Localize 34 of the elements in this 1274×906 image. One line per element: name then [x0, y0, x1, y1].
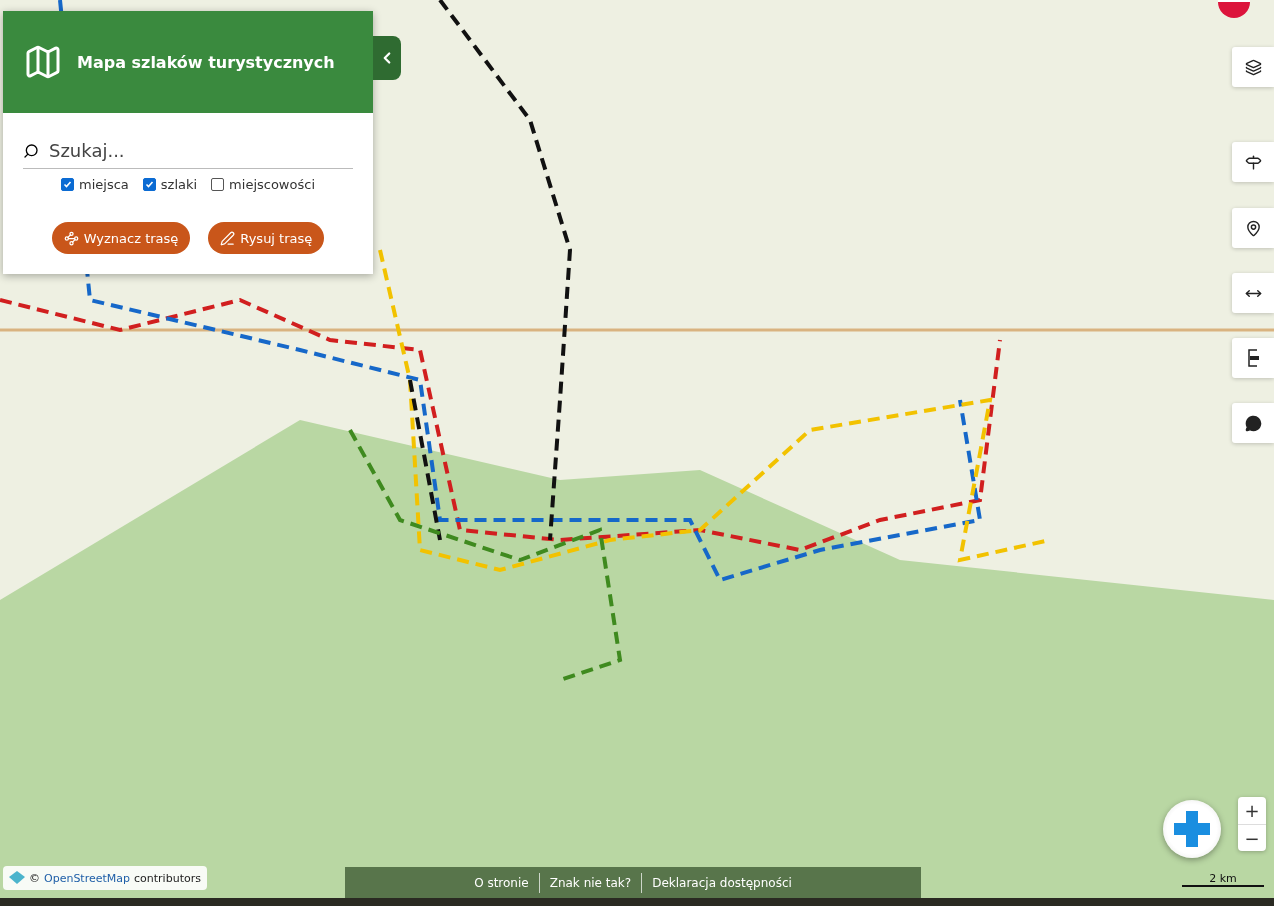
route-button[interactable]: Wyznacz trasę: [51, 222, 191, 254]
check-icon: [63, 180, 72, 189]
checkbox[interactable]: [211, 178, 225, 191]
footer-link[interactable]: Znak nie tak?: [538, 872, 642, 893]
route-icon: [63, 230, 79, 246]
location-pin-icon: [1244, 219, 1262, 237]
speech-bubble-icon: [1244, 414, 1262, 432]
zoom-in-button[interactable]: +: [1238, 797, 1266, 824]
layers-icon: [1244, 58, 1262, 76]
checkbox-label: szlaki: [160, 177, 198, 192]
openstreetmap-link[interactable]: OpenStreetMap: [44, 871, 131, 885]
checkbox-label: miejsca: [79, 177, 129, 192]
pencil-icon: [220, 230, 236, 246]
footer-link[interactable]: O stronie: [464, 872, 539, 893]
map-tool-button[interactable]: [1232, 338, 1274, 378]
footer-link[interactable]: Deklaracja dostępności: [641, 872, 802, 893]
signpost-icon: [1244, 153, 1262, 171]
checkbox[interactable]: [61, 178, 74, 191]
map-tool-button[interactable]: [1232, 208, 1274, 248]
collapse-panel-button[interactable]: [373, 36, 401, 80]
panel-title: Mapa szlaków turystycznych: [77, 52, 335, 72]
route-button[interactable]: Rysuj trasę: [208, 222, 325, 254]
scale-bar: 2 km: [1182, 872, 1264, 887]
copyright-symbol: ©: [29, 871, 40, 885]
plus-cross-icon: [1173, 810, 1211, 848]
map-tool-button[interactable]: [1232, 47, 1274, 87]
attribution-text: contributors: [134, 871, 201, 885]
checkbox-label: miejscowości: [229, 177, 315, 192]
search-icon: [23, 142, 39, 159]
map-tool-button[interactable]: [1232, 403, 1274, 443]
check-icon: [144, 180, 154, 189]
map-tool-button[interactable]: [1232, 142, 1274, 182]
zoom-out-button[interactable]: −: [1238, 824, 1266, 851]
checkbox[interactable]: [142, 178, 156, 191]
